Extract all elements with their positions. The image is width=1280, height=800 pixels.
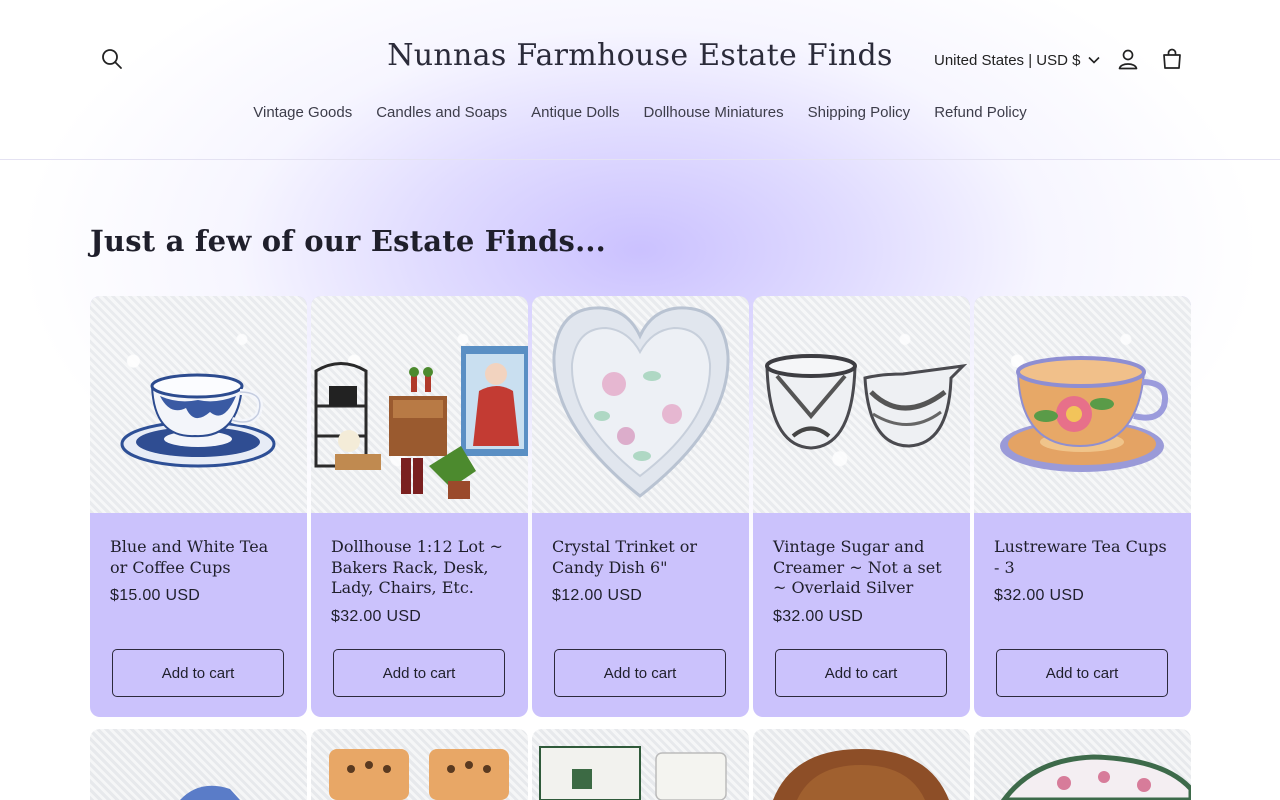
- chevron-down-icon: [1088, 56, 1101, 64]
- nav-item-dollhouse-miniatures[interactable]: Dollhouse Miniatures: [632, 100, 796, 125]
- product-card[interactable]: Crystal Trinket or Candy Dish 6" $12.00 …: [532, 296, 749, 717]
- blue-dish-photo: [180, 785, 240, 800]
- add-to-cart-button[interactable]: Add to cart: [775, 649, 947, 697]
- search-icon: [102, 49, 122, 69]
- nav-item-vintage-goods[interactable]: Vintage Goods: [241, 100, 364, 125]
- add-to-cart-button[interactable]: Add to cart: [996, 649, 1168, 697]
- salt-pepper-photo: [329, 749, 509, 800]
- wood-bowl-photo: [773, 749, 949, 800]
- add-to-cart-button[interactable]: Add to cart: [333, 649, 505, 697]
- product-card[interactable]: Blue and White Tea or Coffee Cups $15.00…: [90, 296, 307, 717]
- product-grid: Blue and White Tea or Coffee Cups $15.00…: [90, 296, 1191, 717]
- cart-button[interactable]: [1154, 41, 1190, 77]
- product-image[interactable]: [311, 296, 528, 513]
- product-image[interactable]: [311, 729, 528, 800]
- site-header: Nunnas Farmhouse Estate Finds United Sta…: [0, 0, 1280, 160]
- crystal-dish-photo: [552, 306, 730, 498]
- product-image[interactable]: [532, 296, 749, 513]
- currency-label: United States | USD $: [934, 51, 1081, 69]
- product-image[interactable]: [974, 729, 1191, 800]
- nav-item-shipping-policy[interactable]: Shipping Policy: [796, 100, 923, 125]
- currency-selector[interactable]: United States | USD $: [924, 45, 1110, 75]
- search-button[interactable]: [94, 41, 130, 77]
- product-card[interactable]: Dollhouse 1:12 Lot ~ Bakers Rack, Desk, …: [311, 296, 528, 717]
- pitcher-photo: [539, 746, 727, 800]
- nav-item-antique-dolls[interactable]: Antique Dolls: [519, 100, 631, 125]
- product-price: $32.00 USD: [331, 607, 422, 625]
- lustreware-cup-photo: [1000, 356, 1168, 472]
- product-price: $15.00 USD: [110, 587, 201, 604]
- product-title[interactable]: Blue and White Tea or Coffee Cups: [110, 537, 287, 578]
- main-nav: Vintage Goods Candles and Soaps Antique …: [0, 100, 1280, 125]
- section-title: Just a few of our Estate Finds...: [90, 224, 606, 258]
- floral-plate-photo: [1000, 754, 1191, 800]
- product-price: $32.00 USD: [773, 607, 864, 625]
- account-icon: [1118, 49, 1138, 70]
- product-image[interactable]: [532, 729, 749, 800]
- product-image[interactable]: [753, 296, 970, 513]
- product-card[interactable]: Lustreware Tea Cups - 3 $32.00 USD Add t…: [974, 296, 1191, 717]
- nav-item-candles-and-soaps[interactable]: Candles and Soaps: [364, 100, 519, 125]
- add-to-cart-button[interactable]: Add to cart: [554, 649, 726, 697]
- nav-item-refund-policy[interactable]: Refund Policy: [922, 100, 1039, 125]
- product-card[interactable]: Vintage Sugar and Creamer ~ Not a set ~ …: [753, 296, 970, 717]
- product-title[interactable]: Lustreware Tea Cups - 3: [994, 537, 1171, 578]
- sugar-creamer-photo: [765, 354, 968, 450]
- store-name[interactable]: Nunnas Farmhouse Estate Finds: [340, 38, 940, 73]
- cart-icon: [1163, 48, 1181, 69]
- product-title[interactable]: Crystal Trinket or Candy Dish 6": [552, 537, 729, 578]
- teacup-photo: [120, 373, 276, 468]
- product-title[interactable]: Dollhouse 1:12 Lot ~ Bakers Rack, Desk, …: [331, 537, 508, 599]
- product-image[interactable]: [90, 296, 307, 513]
- product-grid-row-2: [90, 729, 1191, 800]
- add-to-cart-button[interactable]: Add to cart: [112, 649, 284, 697]
- product-image[interactable]: [90, 729, 307, 800]
- product-image[interactable]: [974, 296, 1191, 513]
- product-title[interactable]: Vintage Sugar and Creamer ~ Not a set ~ …: [773, 537, 950, 599]
- account-button[interactable]: [1110, 41, 1146, 77]
- product-price: $32.00 USD: [994, 587, 1085, 604]
- product-image[interactable]: [753, 729, 970, 800]
- dollhouse-lot-photo: [314, 346, 528, 499]
- product-price: $12.00 USD: [552, 587, 643, 604]
